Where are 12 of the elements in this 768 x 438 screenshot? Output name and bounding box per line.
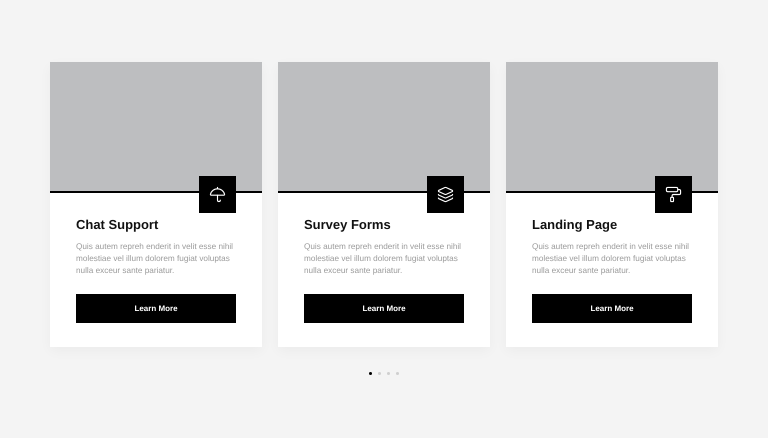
card-title: Landing Page [532,217,618,233]
paint-roller-icon [655,176,692,213]
learn-more-button[interactable]: Learn More [76,294,236,323]
learn-more-button[interactable]: Learn More [304,294,464,323]
card-title: Survey Forms [304,217,392,233]
card-title: Chat Support [76,217,160,233]
umbrella-icon [199,176,236,213]
card-description: Quis autem repreh enderit in velit esse nihil molestiae vel illum dolorem fugiat voluptas nulla exceur sante pariatur. [304,241,462,277]
learn-more-button[interactable]: Learn More [532,294,692,323]
card-description: Quis autem repreh enderit in velit esse nihil molestiae vel illum dolorem fugiat voluptas nulla exceur sante pariatur. [76,241,234,277]
layers-icon [427,176,464,213]
card-description: Quis autem repreh enderit in velit esse nihil molestiae vel illum dolorem fugiat voluptas nulla exceur sante pariatur. [532,241,690,277]
